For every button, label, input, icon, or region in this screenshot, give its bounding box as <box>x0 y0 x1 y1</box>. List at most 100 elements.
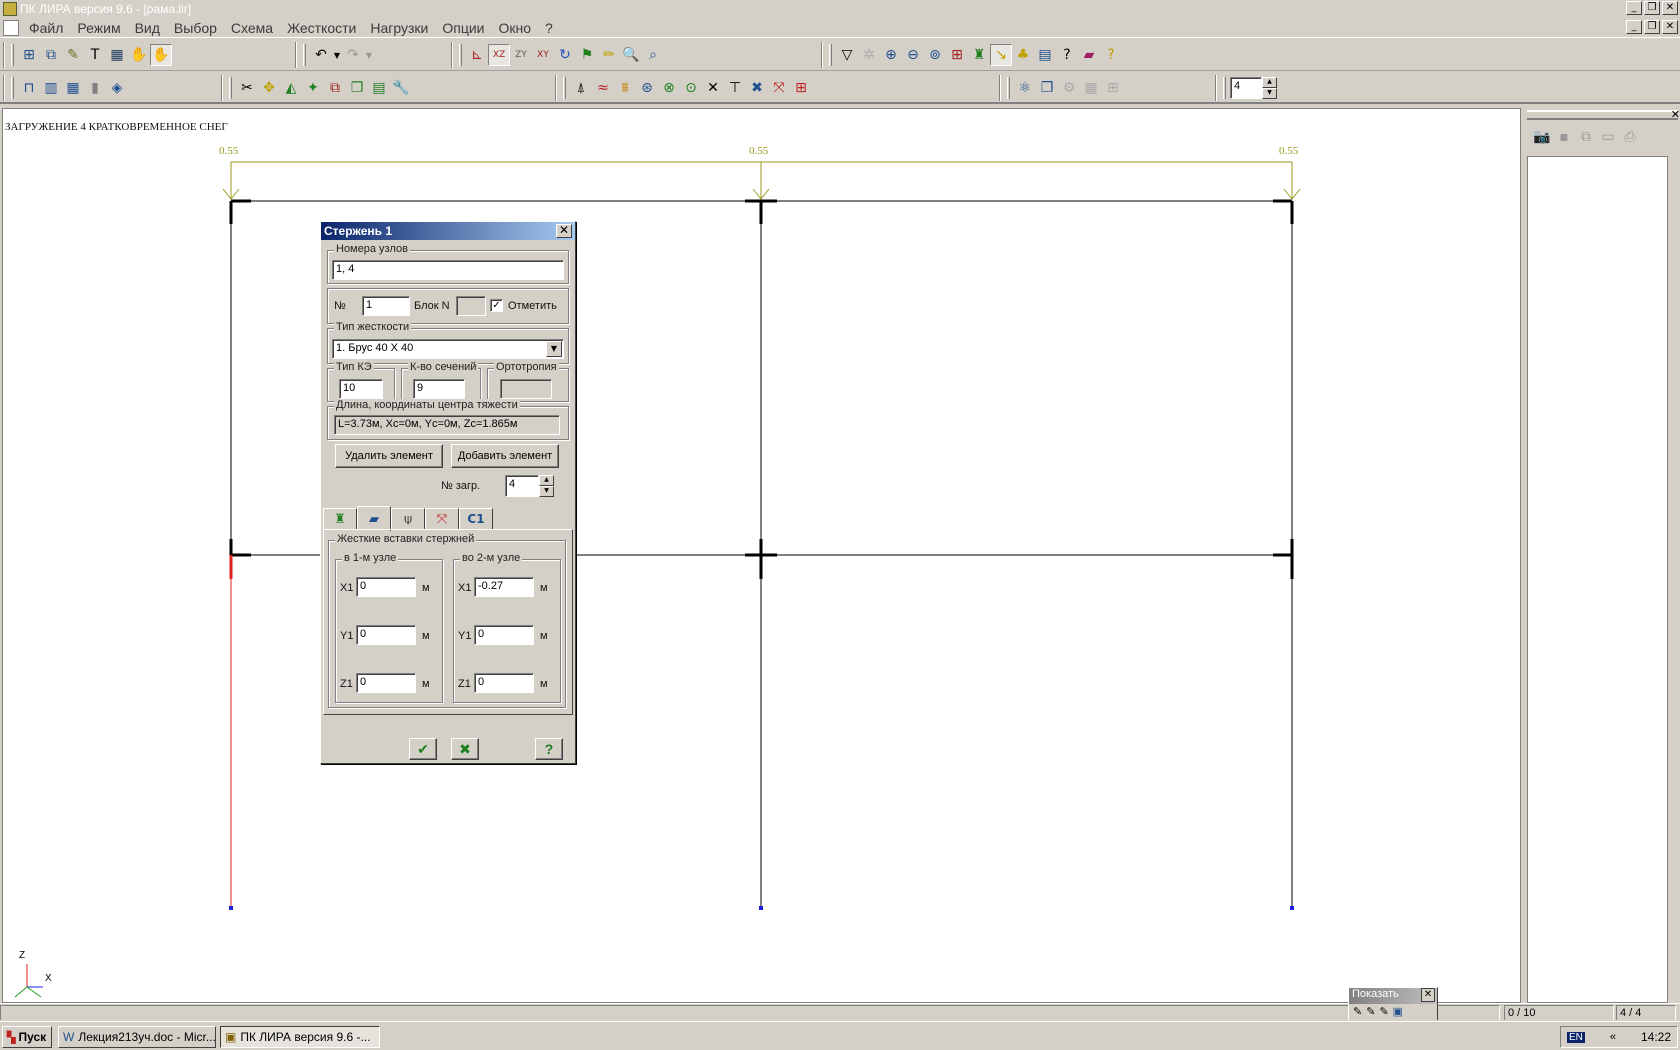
load-spin-up-button[interactable]: ▲ <box>539 475 554 486</box>
select-element-icon[interactable]: ↘ <box>990 44 1012 66</box>
delete-element-button[interactable]: Удалить элемент <box>335 444 443 468</box>
taskbar-item-lira[interactable]: ▣ ПК ЛИРА версия 9.6 -... <box>220 1026 380 1048</box>
load-pattern-icon[interactable]: ⩩ <box>614 77 636 99</box>
menu-mode[interactable]: Режим <box>70 20 127 36</box>
fragment-icon[interactable]: ✲ <box>858 44 880 66</box>
menu-view[interactable]: Вид <box>128 20 167 36</box>
help-icon[interactable]: ? <box>1100 44 1122 66</box>
insert-icon[interactable]: ⊗ <box>658 77 680 99</box>
undo-dropdown-icon[interactable]: ▼ <box>332 44 342 66</box>
language-indicator[interactable]: EN <box>1567 1031 1585 1043</box>
close-button[interactable]: ✕ <box>1662 1 1678 15</box>
tree-icon[interactable]: ⊞ <box>18 44 40 66</box>
monitor-disabled-icon[interactable]: ▭ <box>1599 126 1617 148</box>
start-button[interactable]: ▚ Пуск <box>2 1026 52 1048</box>
hinge-icon[interactable]: ⊙ <box>680 77 702 99</box>
axes-icon[interactable]: ⊾ <box>466 44 488 66</box>
query-icon[interactable]: ? <box>1056 44 1078 66</box>
cut-icon[interactable]: ✂ <box>236 77 258 99</box>
tee-icon[interactable]: ⊤ <box>724 77 746 99</box>
mdi-minimize-button[interactable]: _ <box>1626 20 1642 34</box>
text-icon[interactable]: T <box>84 44 106 66</box>
undo-icon[interactable]: ↶ <box>310 44 332 66</box>
cylinder-icon[interactable]: ▮ <box>84 77 106 99</box>
render-icon[interactable]: ▦ <box>106 44 128 66</box>
taskbar-item-word[interactable]: W Лекция213уч.doc - Micr... <box>58 1026 216 1048</box>
copy-disabled-icon[interactable]: ⧉ <box>1577 126 1595 148</box>
stiffness-icon[interactable]: ⊛ <box>636 77 658 99</box>
projection-xy-icon[interactable]: XY <box>532 44 554 66</box>
node2-y1-input[interactable]: 0 <box>474 625 534 645</box>
sections-input[interactable]: 9 <box>413 379 465 399</box>
number-input[interactable]: 1 <box>362 296 410 316</box>
document-icon[interactable] <box>3 19 19 36</box>
distributed-load-icon[interactable]: ≈ <box>592 77 614 99</box>
gear-disabled-icon[interactable]: ⚙ <box>1058 77 1080 99</box>
rotate-icon[interactable]: ↻ <box>554 44 576 66</box>
frame-icon[interactable]: ⊓ <box>18 77 40 99</box>
screen-tool-icon[interactable]: ▣ <box>1393 1005 1403 1018</box>
zoom-out-icon[interactable]: ⊖ <box>902 44 924 66</box>
pressed-tool-icon[interactable]: ✋ <box>150 44 172 66</box>
wrench-icon[interactable]: 🔧 <box>390 77 412 99</box>
nodes-icon[interactable]: ⊞ <box>946 44 968 66</box>
duplicate-icon[interactable]: ❐ <box>346 77 368 99</box>
load-number-input[interactable]: 4 <box>505 475 539 497</box>
split-icon[interactable]: ⤧ <box>768 77 790 99</box>
camera-icon[interactable]: 📷 <box>1533 126 1551 148</box>
tab-rigid-inserts[interactable]: ▰ <box>357 506 391 531</box>
minimize-button[interactable]: _ <box>1626 1 1642 15</box>
print-disabled-icon[interactable]: ⎙ <box>1621 126 1639 148</box>
nodes-input[interactable]: 1, 4 <box>332 260 564 280</box>
grid-disabled-icon[interactable]: ⊞ <box>1102 77 1124 99</box>
side-panel-list[interactable] <box>1527 156 1668 1003</box>
move-icon[interactable]: ✥ <box>258 77 280 99</box>
node1-z1-input[interactable]: 0 <box>356 673 416 693</box>
save-disabled-icon[interactable]: ▪ <box>1555 126 1573 148</box>
menu-options[interactable]: Опции <box>435 20 491 36</box>
redo-dropdown-icon[interactable]: ▼ <box>364 44 374 66</box>
marker-tool-icon[interactable]: ✎ <box>1379 1005 1388 1018</box>
menu-stiffness[interactable]: Жесткости <box>280 20 363 36</box>
tab-hinges[interactable]: ⍦ <box>391 508 425 530</box>
node2-x1-input[interactable]: -0.27 <box>474 577 534 597</box>
menu-loads[interactable]: Нагрузки <box>363 20 435 36</box>
menu-help[interactable]: ? <box>538 20 560 36</box>
projection-xz-icon[interactable]: XZ <box>488 44 510 66</box>
pencil-tool-icon[interactable]: ✎ <box>1353 1005 1362 1018</box>
cancel-button[interactable]: ✖ <box>451 738 479 760</box>
stiffness-select[interactable]: 1. Брус 40 X 40 ▼ <box>332 339 564 359</box>
save-view-icon[interactable]: ▤ <box>1034 44 1056 66</box>
projection-zy-icon[interactable]: ZY <box>510 44 532 66</box>
person-icon[interactable]: ♣ <box>1012 44 1034 66</box>
copy-node-icon[interactable]: ⧉ <box>324 77 346 99</box>
node2-z1-input[interactable]: 0 <box>474 673 534 693</box>
brush-tool-icon[interactable]: ✎ <box>1366 1005 1375 1018</box>
delete-icon[interactable]: ✖ <box>746 77 768 99</box>
spin-up-button[interactable]: ▲ <box>1262 77 1277 88</box>
spin-down-button[interactable]: ▼ <box>1262 88 1277 99</box>
flag-icon[interactable]: ⚑ <box>576 44 598 66</box>
triangle-icon[interactable]: ◭ <box>280 77 302 99</box>
mdi-restore-button[interactable]: ❐ <box>1644 20 1660 34</box>
menu-select[interactable]: Выбор <box>167 20 224 36</box>
add-element-button[interactable]: Добавить элемент <box>451 444 559 468</box>
support-icon[interactable]: ⍋ <box>570 77 592 99</box>
blocks-disabled-icon[interactable]: ▦ <box>1080 77 1102 99</box>
zoom-in-icon[interactable]: ⊕ <box>880 44 902 66</box>
chevron-down-icon[interactable]: ▼ <box>546 341 562 357</box>
zoom-icon[interactable]: 🔍 <box>620 44 642 66</box>
menu-file[interactable]: Файл <box>22 20 70 36</box>
bottle-icon[interactable]: ♜ <box>968 44 990 66</box>
redo-icon[interactable]: ↷ <box>342 44 364 66</box>
star-icon[interactable]: ✦ <box>302 77 324 99</box>
node1-x1-input[interactable]: 0 <box>356 577 416 597</box>
load-case-spin-input[interactable]: 4 <box>1230 77 1262 99</box>
book-icon[interactable]: ▰ <box>1078 44 1100 66</box>
restore-button[interactable]: ❐ <box>1644 1 1660 15</box>
table-icon[interactable]: ⊞ <box>790 77 812 99</box>
menu-window[interactable]: Окно <box>491 20 538 36</box>
columns-icon[interactable]: ▥ <box>40 77 62 99</box>
pencil-icon[interactable]: ✏ <box>598 44 620 66</box>
side-panel-close-icon[interactable]: ✕ <box>1671 108 1680 121</box>
